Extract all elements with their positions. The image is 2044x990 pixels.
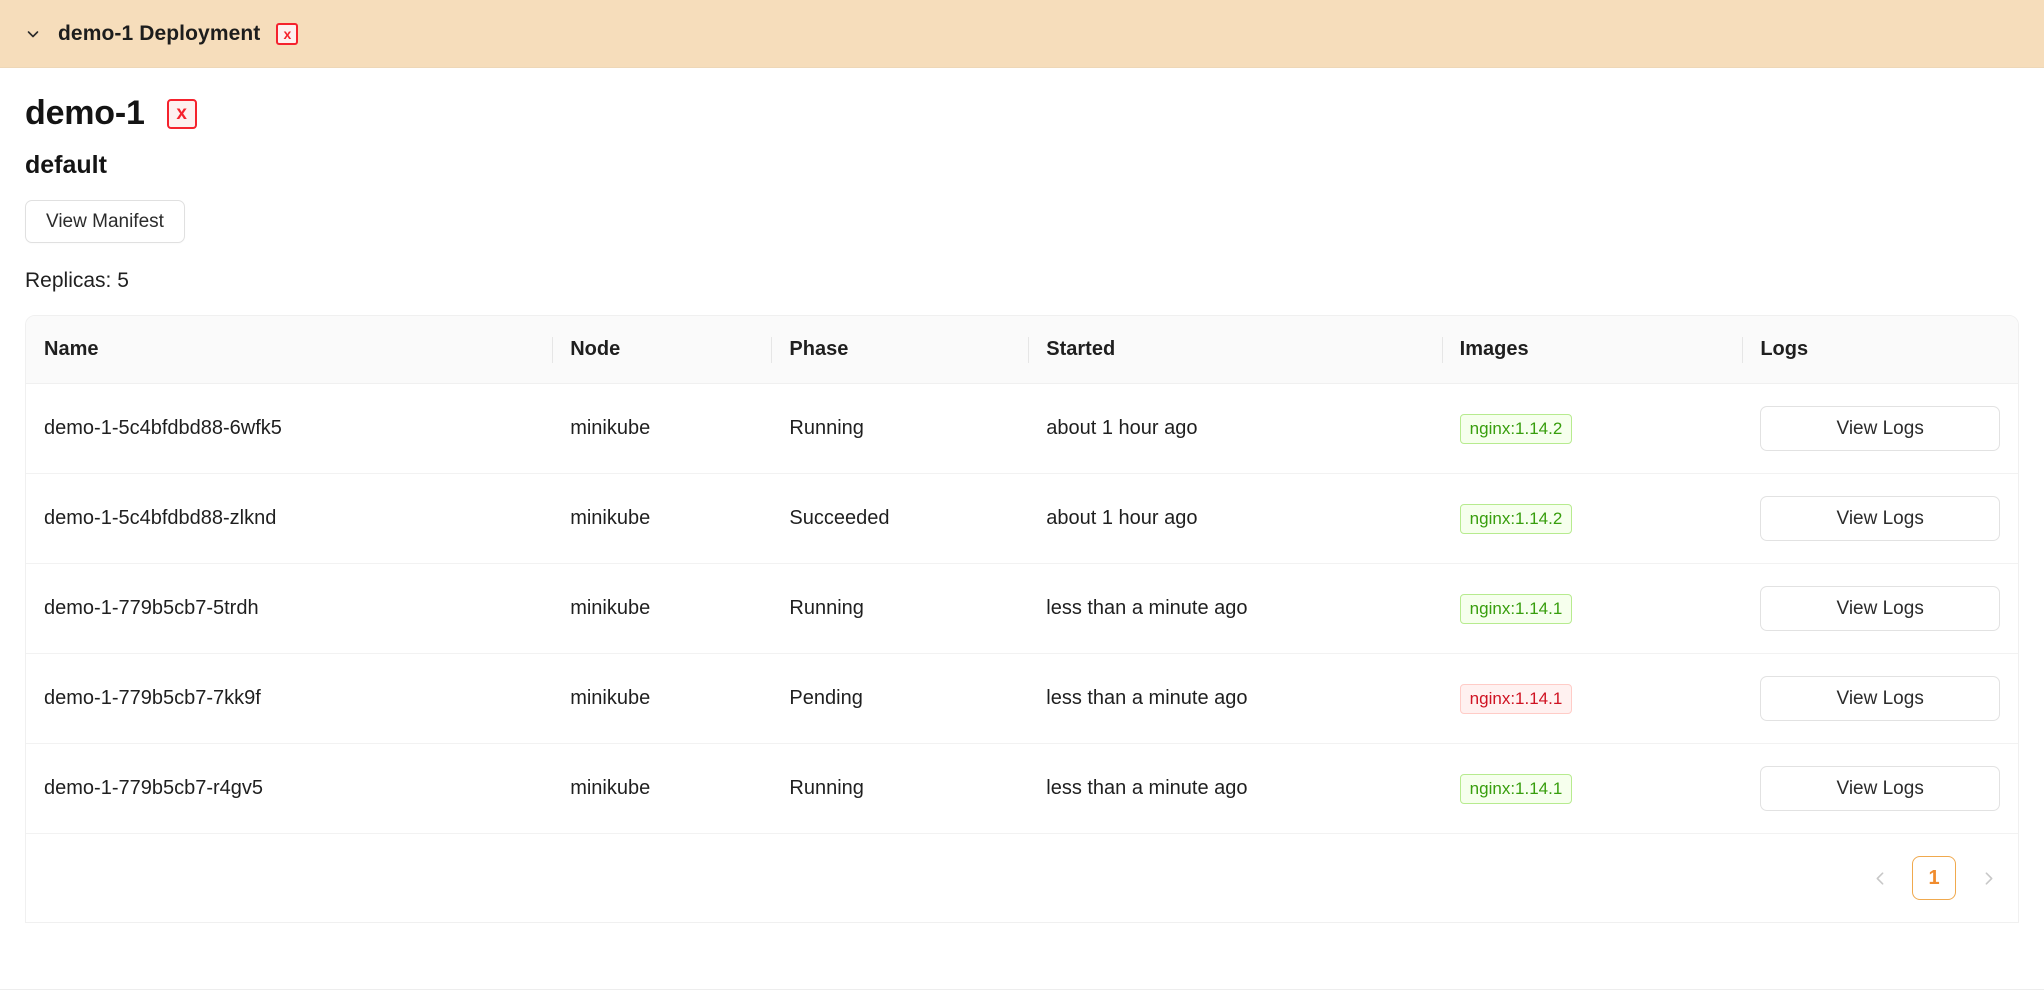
- page-title: demo-1: [25, 94, 145, 132]
- view-logs-button[interactable]: View Logs: [1760, 406, 2000, 451]
- chevron-down-icon[interactable]: [22, 23, 44, 45]
- pod-node-cell: minikube: [552, 563, 772, 654]
- pod-node-cell: minikube: [552, 473, 772, 564]
- pod-node-cell: minikube: [552, 743, 772, 834]
- table-row: demo-1-5c4bfdbd88-zlknd minikube Succeed…: [26, 473, 2018, 564]
- column-header-started[interactable]: Started: [1028, 316, 1442, 384]
- pod-node-cell: minikube: [552, 653, 772, 744]
- replicas-count: Replicas: 5: [25, 269, 129, 292]
- pods-table-card: Name Node Phase Started Images Logs demo…: [25, 315, 2019, 923]
- pod-started-cell: less than a minute ago: [1028, 563, 1442, 654]
- pod-images-cell: nginx:1.14.1: [1441, 563, 1743, 654]
- chevron-right-icon[interactable]: [1968, 858, 2008, 898]
- pod-node-cell: minikube: [552, 383, 772, 474]
- view-logs-button[interactable]: View Logs: [1760, 496, 2000, 541]
- image-tag: nginx:1.14.2: [1459, 413, 1573, 444]
- pod-phase-cell: Running: [771, 563, 1029, 654]
- pod-name-cell: demo-1-5c4bfdbd88-6wfk5: [26, 383, 553, 474]
- pod-started-cell: about 1 hour ago: [1028, 473, 1442, 564]
- pagination-page-1[interactable]: 1: [1912, 856, 1956, 900]
- pod-phase-cell: Pending: [771, 653, 1029, 744]
- table-row: demo-1-779b5cb7-r4gv5 minikube Running l…: [26, 743, 2018, 834]
- view-manifest-button[interactable]: View Manifest: [25, 200, 185, 243]
- pod-name-cell: demo-1-779b5cb7-5trdh: [26, 563, 553, 654]
- pod-phase-cell: Running: [771, 383, 1029, 474]
- table-row: demo-1-779b5cb7-7kk9f minikube Pending l…: [26, 653, 2018, 744]
- view-logs-button[interactable]: View Logs: [1760, 766, 2000, 811]
- table-row: demo-1-779b5cb7-5trdh minikube Running l…: [26, 563, 2018, 654]
- pod-started-cell: about 1 hour ago: [1028, 383, 1442, 474]
- pod-logs-cell: View Logs: [1742, 473, 2018, 564]
- pods-table-body: demo-1-5c4bfdbd88-6wfk5 minikube Running…: [26, 383, 2018, 834]
- image-tag: nginx:1.14.1: [1459, 773, 1573, 804]
- deployment-accordion-header[interactable]: demo-1 Deployment x: [0, 0, 2044, 68]
- pods-table-head: Name Node Phase Started Images Logs: [26, 316, 2018, 384]
- image-tag: nginx:1.14.1: [1459, 593, 1573, 624]
- image-tag: nginx:1.14.1: [1459, 683, 1573, 714]
- table-row: demo-1-5c4bfdbd88-6wfk5 minikube Running…: [26, 383, 2018, 474]
- column-header-node[interactable]: Node: [552, 316, 772, 384]
- pod-images-cell: nginx:1.14.2: [1441, 473, 1743, 564]
- title-row: demo-1 x: [25, 68, 2019, 133]
- pods-table: Name Node Phase Started Images Logs demo…: [26, 316, 2018, 834]
- namespace-label: default: [25, 151, 107, 179]
- deployment-detail-page: demo-1 Deployment x demo-1 x default Vie…: [0, 0, 2044, 990]
- pod-phase-cell: Succeeded: [771, 473, 1029, 564]
- view-logs-button[interactable]: View Logs: [1760, 676, 2000, 721]
- pod-started-cell: less than a minute ago: [1028, 653, 1442, 744]
- detail-body: demo-1 x default View Manifest Replicas:…: [0, 68, 2044, 923]
- pod-logs-cell: View Logs: [1742, 383, 2018, 474]
- pod-images-cell: nginx:1.14.1: [1441, 743, 1743, 834]
- column-header-phase[interactable]: Phase: [771, 316, 1029, 384]
- delete-deployment-button-header[interactable]: x: [276, 22, 299, 45]
- pod-name-cell: demo-1-779b5cb7-7kk9f: [26, 653, 553, 744]
- accordion-title: demo-1 Deployment: [58, 21, 261, 45]
- pod-logs-cell: View Logs: [1742, 743, 2018, 834]
- pod-logs-cell: View Logs: [1742, 653, 2018, 744]
- column-header-logs[interactable]: Logs: [1742, 316, 2018, 384]
- chevron-left-icon[interactable]: [1860, 858, 1900, 898]
- pod-name-cell: demo-1-779b5cb7-r4gv5: [26, 743, 553, 834]
- pod-images-cell: nginx:1.14.2: [1441, 383, 1743, 474]
- pod-images-cell: nginx:1.14.1: [1441, 653, 1743, 744]
- column-header-images[interactable]: Images: [1441, 316, 1743, 384]
- image-tag: nginx:1.14.2: [1459, 503, 1573, 534]
- pod-name-cell: demo-1-5c4bfdbd88-zlknd: [26, 473, 553, 564]
- view-logs-button[interactable]: View Logs: [1760, 586, 2000, 631]
- pod-phase-cell: Running: [771, 743, 1029, 834]
- pod-logs-cell: View Logs: [1742, 563, 2018, 654]
- pod-started-cell: less than a minute ago: [1028, 743, 1442, 834]
- column-header-name[interactable]: Name: [26, 316, 553, 384]
- delete-deployment-button[interactable]: x: [166, 98, 197, 129]
- pagination: 1: [26, 834, 2018, 922]
- table-header-row: Name Node Phase Started Images Logs: [26, 316, 2018, 384]
